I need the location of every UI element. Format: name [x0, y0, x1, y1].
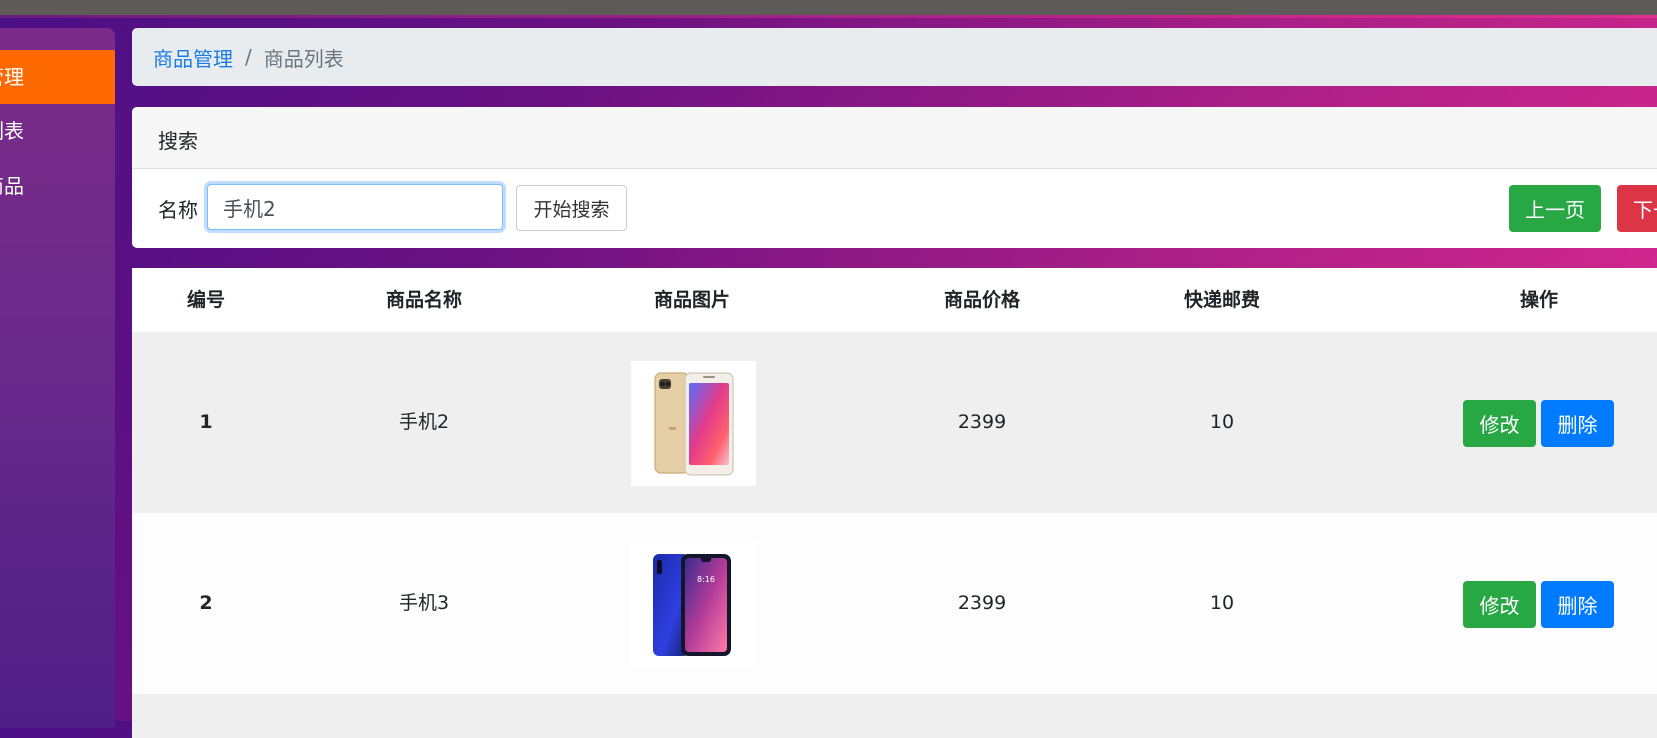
header-shipping: 快递邮费 [1183, 289, 1260, 311]
search-input[interactable] [207, 184, 503, 230]
header-actions: 操作 [1519, 289, 1558, 311]
cell-id: 1 [199, 411, 213, 433]
sidebar-item-product-management[interactable]: 商品管理 [0, 50, 115, 104]
search-card: 搜索 名称 开始搜索 上一页 下一页 [132, 107, 1657, 248]
cell-name: 手机2 [398, 411, 450, 433]
table-row: 2 手机3 8:16 2399 10 修改 删除 [132, 513, 1657, 694]
svg-text:8:16: 8:16 [697, 575, 715, 584]
search-card-title: 搜索 [158, 129, 198, 153]
cell-shipping: 10 [1209, 592, 1235, 614]
breadcrumb: 商品管理 / 商品列表 [132, 28, 1657, 86]
cell-id: 2 [199, 592, 213, 614]
table-header: 编号 商品名称 商品图片 商品价格 快递邮费 操作 [132, 268, 1657, 332]
breadcrumb-current: 商品列表 [263, 46, 344, 71]
table-row: 1 手机2 2399 10 修改 删除 [132, 332, 1657, 513]
breadcrumb-separator: / [245, 45, 252, 69]
sidebar-item-label: 商品管理 [0, 65, 24, 89]
header-id: 编号 [186, 289, 225, 311]
cell-shipping: 10 [1209, 411, 1235, 433]
cell-price: 2399 [957, 411, 1007, 433]
header-price: 商品价格 [943, 289, 1020, 311]
blue-phone-icon: 8:16 [631, 542, 756, 667]
next-page-button[interactable]: 下一页 [1617, 185, 1657, 232]
edit-button[interactable]: 修改 [1463, 400, 1536, 447]
edit-button[interactable]: 修改 [1463, 581, 1536, 628]
cell-name: 手机3 [398, 592, 450, 614]
sidebar: 商品管理 商品列表 添加商品 [0, 28, 115, 728]
table-row-partial [132, 694, 1657, 738]
cell-price: 2399 [957, 592, 1007, 614]
header-name: 商品名称 [385, 289, 462, 311]
prev-page-button[interactable]: 上一页 [1509, 185, 1601, 232]
sidebar-item-label: 商品列表 [0, 119, 24, 143]
start-search-button[interactable]: 开始搜索 [516, 185, 627, 231]
browser-top-bar [0, 0, 1657, 15]
sidebar-item-product-list[interactable]: 商品列表 [0, 104, 115, 158]
delete-button[interactable]: 删除 [1541, 581, 1614, 628]
breadcrumb-link-product-management[interactable]: 商品管理 [153, 43, 233, 72]
sidebar-item-add-product[interactable]: 添加商品 [0, 159, 115, 213]
top-accent-line [0, 15, 1657, 18]
gold-phone-icon [631, 361, 756, 486]
product-table: 编号 商品名称 商品图片 商品价格 快递邮费 操作 1 手机2 2399 10 … [132, 268, 1657, 738]
sidebar-item-label: 添加商品 [0, 174, 24, 198]
search-card-header: 搜索 [132, 107, 1657, 169]
delete-button[interactable]: 删除 [1541, 400, 1614, 447]
search-name-label: 名称 [158, 198, 198, 222]
header-image: 商品图片 [653, 289, 730, 311]
